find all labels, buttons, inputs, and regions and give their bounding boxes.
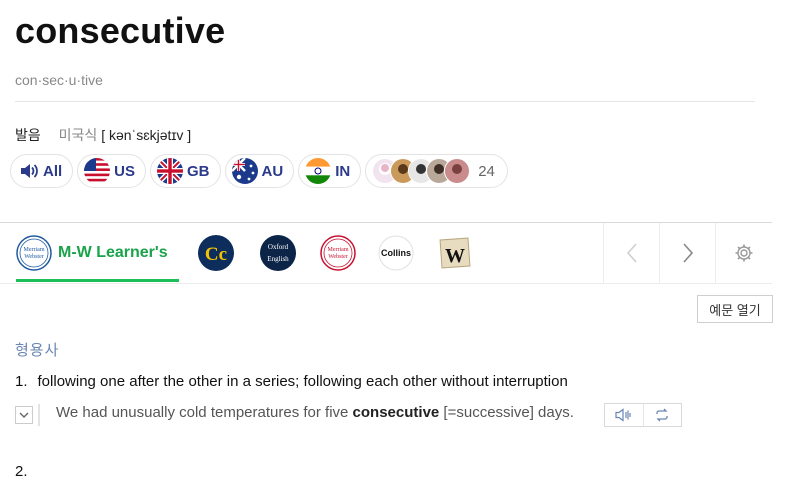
chevron-left-icon (626, 243, 637, 263)
user-pronunciations-count: 24 (478, 162, 495, 180)
prev-dictionary-button[interactable] (603, 223, 660, 283)
chevron-right-icon (683, 243, 694, 263)
definition: 1. following one after the other in a ser… (15, 373, 568, 390)
next-dictionary-button[interactable] (659, 223, 716, 283)
sense-number: 1. (15, 373, 28, 390)
play-all-label: All (43, 162, 63, 180)
play-gb-label: GB (187, 162, 210, 180)
headword: consecutive (15, 10, 226, 51)
ipa-text: [ kənˈsɛkjətɪv ] (101, 127, 192, 143)
wiktionary-logo-text: W (445, 245, 465, 267)
syllabification: con·sec·u·tive (15, 72, 103, 88)
repeat-icon (656, 408, 668, 422)
play-in-label: IN (335, 162, 351, 180)
svg-text:Merriam: Merriam (24, 247, 45, 253)
oxford-english-logo-icon[interactable]: Oxford English (260, 235, 296, 271)
tab-mw-learners[interactable]: Merriam Webster M-W Learner's (16, 231, 168, 275)
svg-text:Merriam: Merriam (328, 247, 349, 253)
gb-flag-icon (157, 158, 184, 184)
speaker-wave-icon (615, 408, 631, 422)
dictionary-tabs: Merriam Webster M-W Learner's Cc Oxford … (0, 222, 772, 284)
collins-logo-icon[interactable]: Collins (378, 235, 414, 271)
pronunciation-row: 발음 미국식 [ kənˈsɛkjətɪv ] (15, 125, 191, 145)
play-us-button[interactable]: US (77, 154, 147, 188)
play-example-button[interactable] (605, 404, 643, 426)
chevron-down-icon (19, 412, 29, 418)
example-divider (38, 404, 40, 426)
wiktionary-logo-icon[interactable]: W (437, 235, 473, 271)
play-gb-button[interactable]: GB (150, 154, 221, 188)
play-us-label: US (114, 162, 136, 180)
repeat-example-button[interactable] (642, 404, 682, 426)
us-flag-icon (84, 158, 111, 184)
svg-text:Webster: Webster (24, 254, 44, 260)
active-tab-indicator (16, 279, 179, 282)
example-headword: consecutive (352, 404, 440, 421)
avatar (444, 158, 471, 184)
audio-buttons: All US GB AU IN 24 (10, 154, 508, 190)
play-all-button[interactable]: All (10, 154, 74, 188)
example-sentence: We had unusually cold temperatures for f… (56, 404, 574, 421)
part-of-speech: 형용사 (15, 342, 60, 359)
example-actions (604, 403, 682, 427)
pronunciation-label: 발음 (15, 127, 41, 143)
svg-text:Webster: Webster (328, 254, 348, 260)
play-au-button[interactable]: AU (224, 154, 295, 188)
collins-logo-text: Collins (381, 248, 411, 258)
merriam-webster-logo-icon[interactable]: Merriam Webster (320, 235, 356, 271)
play-au-label: AU (261, 162, 284, 180)
next-sense-number: 2. (15, 463, 28, 480)
user-avatars (372, 158, 471, 184)
dialect-label: 미국식 (58, 127, 98, 143)
au-flag-icon (231, 158, 258, 184)
cc-logo-text: Cc (205, 244, 227, 265)
example-text-before: We had unusually cold temperatures for f… (56, 404, 353, 421)
cc-dictionary-logo-icon[interactable]: Cc (198, 235, 234, 271)
definition-text: following one after the other in a serie… (37, 373, 568, 390)
speaker-icon (21, 164, 38, 178)
oxford-logo-text: Oxford (268, 243, 289, 251)
dictionary-settings-button[interactable] (715, 223, 772, 283)
expand-example-button[interactable] (15, 406, 33, 424)
open-examples-button[interactable]: 예문 열기 (697, 295, 773, 323)
example-text-after: [=successive] days. (439, 404, 574, 421)
play-in-button[interactable]: IN (298, 154, 362, 188)
active-dictionary-label: M-W Learner's (58, 244, 168, 261)
english-logo-text: English (267, 255, 289, 263)
merriam-webster-logo-icon: Merriam Webster (16, 235, 52, 271)
in-flag-icon (305, 158, 332, 184)
user-pronunciations-button[interactable]: 24 (365, 154, 508, 188)
divider (15, 101, 755, 102)
gear-icon (735, 244, 753, 262)
